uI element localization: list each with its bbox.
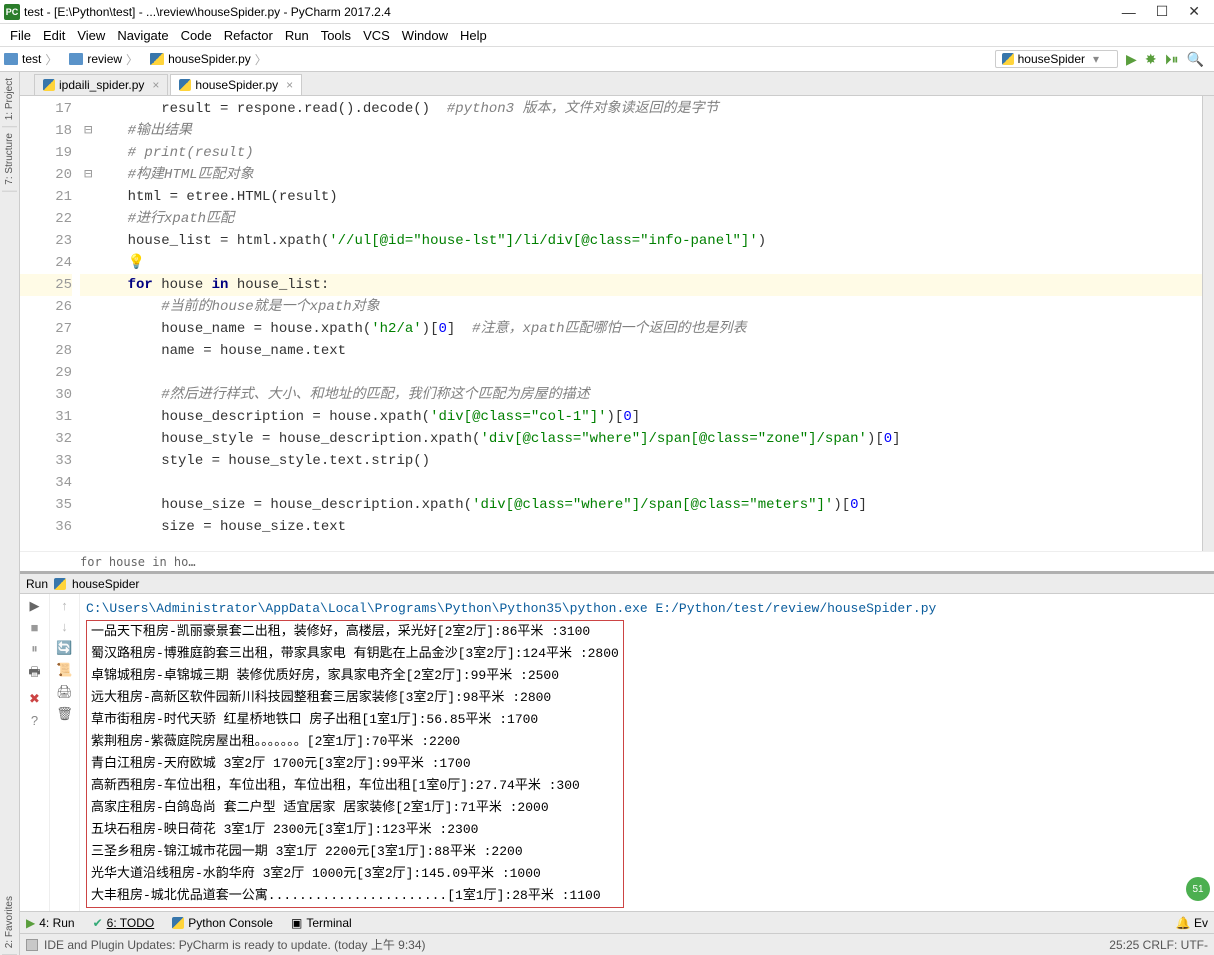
menubar: File Edit View Navigate Code Refactor Run Tools…	[0, 24, 1214, 46]
close-tab-icon[interactable]: ×	[286, 78, 293, 92]
menu-refactor[interactable]: Refactor	[220, 28, 277, 43]
output-line: 高新西租房-车位出租，车位出租，车位出租，车位出租[1室0厅]:27.74平米 …	[91, 775, 619, 797]
output-line: 三圣乡租房-锦江城市花园一期 3室1厅 2200元[3室1厅]:88平米 :22…	[91, 841, 619, 863]
run-config-selector[interactable]: houseSpider ▾	[995, 50, 1118, 68]
search-icon[interactable]: 🔍	[1187, 51, 1204, 68]
down-icon[interactable]: ↓	[61, 619, 68, 634]
output-line: 大丰租房-城北优品道套一公寓.......................[1室…	[91, 885, 619, 907]
breadcrumb-item[interactable]: review	[65, 49, 146, 69]
maximize-button[interactable]: ☐	[1146, 3, 1179, 20]
error-stripe	[1202, 96, 1214, 551]
clear-button[interactable]: 🗑	[56, 706, 73, 722]
status-message: IDE and Plugin Updates: PyCharm is ready…	[44, 936, 426, 953]
editor-tab[interactable]: houseSpider.py×	[170, 74, 302, 95]
soft-wrap-button[interactable]: 🔄	[56, 640, 72, 656]
python-icon	[43, 79, 55, 91]
close-tab-icon[interactable]: ×	[152, 78, 159, 92]
run-panel: Run houseSpider ▶ ■ ⏸ 🖶 ✖ ? ↑ ↓ 🔄 📜	[20, 571, 1214, 911]
python-icon	[179, 79, 191, 91]
rerun-button[interactable]: ▶	[30, 598, 40, 614]
output-block: 一品天下租房-凯丽豪景套二出租，装修好，高楼层，采光好[2室2厅]:86平米 :…	[86, 620, 624, 908]
menu-help[interactable]: Help	[456, 28, 491, 43]
statusbar: IDE and Plugin Updates: PyCharm is ready…	[20, 933, 1214, 955]
menu-view[interactable]: View	[73, 28, 109, 43]
run-button[interactable]: ▶	[1126, 51, 1137, 68]
breadcrumb-item[interactable]: houseSpider.py	[146, 49, 275, 69]
output-line: 青白江租房-天府欧城 3室2厅 1700元[3室2厅]:99平米 :1700	[91, 753, 619, 775]
project-tool-tab[interactable]: 1: Project	[2, 72, 17, 127]
status-icon	[26, 939, 38, 951]
debug-button[interactable]: ✸	[1145, 51, 1157, 68]
output-line: 五块石租房-映日荷花 3室1厅 2300元[3室1厅]:123平米 :2300	[91, 819, 619, 841]
stop-button[interactable]: ■	[31, 620, 39, 635]
python-icon	[1002, 53, 1014, 65]
editor-tabs: ipdaili_spider.py×houseSpider.py×	[20, 72, 1214, 96]
close-run-button[interactable]: ✖	[29, 691, 40, 707]
chevron-down-icon: ▾	[1093, 52, 1099, 66]
titlebar: PC test - [E:\Python\test] - ...\review\…	[0, 0, 1214, 24]
left-tool-gutter: 1: Project 7: Structure 2: Favorites	[0, 72, 20, 955]
structure-tool-tab[interactable]: 7: Structure	[2, 127, 17, 192]
dump-button[interactable]: 🖶	[28, 663, 40, 685]
nav-toolbar: testreviewhouseSpider.py houseSpider ▾ ▶…	[0, 46, 1214, 72]
cursor-position: 25:25 CRLF: UTF-	[1109, 938, 1208, 952]
favorites-tool-tab[interactable]: 2: Favorites	[2, 890, 17, 955]
output-line: 光华大道沿线租房-水韵华府 3室2厅 1000元[3室2厅]:145.09平米 …	[91, 863, 619, 885]
menu-window[interactable]: Window	[398, 28, 452, 43]
console-output[interactable]: C:\Users\Administrator\AppData\Local\Pro…	[80, 594, 1214, 911]
todo-tool-tab[interactable]: ✔6: TODO	[93, 916, 155, 930]
editor-tab[interactable]: ipdaili_spider.py×	[34, 74, 168, 95]
run-panel-title: Run	[26, 577, 48, 591]
minimize-button[interactable]: —	[1112, 4, 1146, 20]
code-breadcrumb[interactable]: for house in ho…	[20, 551, 1214, 571]
breadcrumb-item[interactable]: test	[0, 49, 65, 69]
code-editor[interactable]: result = respone.read().decode() #python…	[80, 96, 1202, 551]
run-config-label: houseSpider	[1018, 52, 1085, 66]
menu-tools[interactable]: Tools	[317, 28, 355, 43]
menu-vcs[interactable]: VCS	[359, 28, 394, 43]
command-line: C:\Users\Administrator\AppData\Local\Pro…	[86, 598, 1208, 620]
output-line: 蜀汉路租房-博雅庭韵套三出租，带家具家电 有钥匙在上品金沙[3室2厅]:124平…	[91, 643, 619, 665]
output-line: 草市街租房-时代天骄 红星桥地铁口 房子出租[1室1厅]:56.85平米 :17…	[91, 709, 619, 731]
folder-icon	[69, 53, 83, 65]
print-button[interactable]: 🖨	[56, 684, 73, 700]
menu-run[interactable]: Run	[281, 28, 313, 43]
help-button[interactable]: ?	[31, 713, 38, 728]
python-console-tab[interactable]: Python Console	[172, 916, 273, 930]
output-line: 远大租房-高新区软件园新川科技园整租套三居家装修[3室2厅]:98平米 :280…	[91, 687, 619, 709]
output-line: 一品天下租房-凯丽豪景套二出租，装修好，高楼层，采光好[2室2厅]:86平米 :…	[91, 621, 619, 643]
close-button[interactable]: ✕	[1178, 3, 1210, 20]
coverage-button[interactable]: ⏵⏸	[1165, 51, 1179, 68]
line-gutter: 1718192021222324252627282930313233343536	[20, 96, 80, 551]
folder-icon	[4, 53, 18, 65]
python-icon	[54, 578, 66, 590]
pause-button[interactable]: ⏸	[31, 641, 38, 657]
run-tool-tab[interactable]: ▶4: Run	[26, 916, 75, 930]
up-icon[interactable]: ↑	[61, 598, 68, 613]
app-icon: PC	[4, 4, 20, 20]
menu-code[interactable]: Code	[177, 28, 216, 43]
terminal-tab[interactable]: ▣Terminal	[291, 916, 352, 930]
notification-badge[interactable]: 51	[1186, 877, 1210, 901]
menu-navigate[interactable]: Navigate	[113, 28, 172, 43]
scroll-end-button[interactable]: 📜	[56, 662, 72, 678]
menu-file[interactable]: File	[6, 28, 35, 43]
bottom-tools: ▶4: Run ✔6: TODO Python Console ▣Termina…	[20, 911, 1214, 933]
python-file-icon	[150, 53, 164, 65]
output-line: 卓锦城租房-卓锦城三期 装修优质好房，家具家电齐全[2室2厅]:99平米 :25…	[91, 665, 619, 687]
output-line: 紫荆租房-紫薇庭院房屋出租。。。。。。。[2室1厅]:70平米 :2200	[91, 731, 619, 753]
output-line: 高家庄租房-白鸽岛尚 套二户型 适宜居家 居家装修[2室1厅]:71平米 :20…	[91, 797, 619, 819]
window-title: test - [E:\Python\test] - ...\review\hou…	[24, 5, 391, 19]
event-log-tab[interactable]: 🔔 Ev	[1176, 916, 1208, 930]
run-panel-config: houseSpider	[72, 577, 139, 591]
menu-edit[interactable]: Edit	[39, 28, 69, 43]
